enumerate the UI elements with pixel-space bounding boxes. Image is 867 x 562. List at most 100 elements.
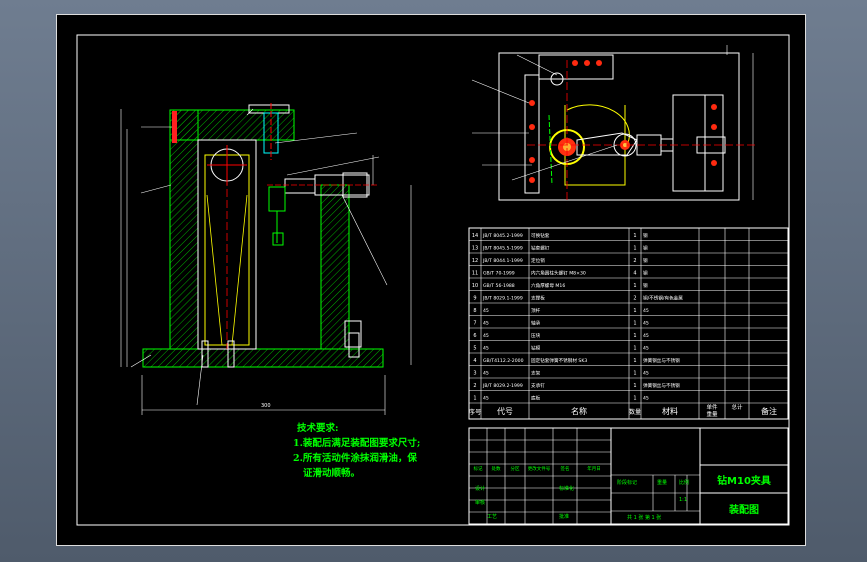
bom-cell-name: 可换钻套: [531, 232, 550, 239]
bom-cell-code: JB/T 8029.2-1999: [482, 383, 523, 389]
bom-cell-qty: 1: [633, 383, 636, 389]
scale-value: 1:1: [679, 497, 688, 503]
bom-cell-name: 固定钻套弹簧不锈钢材 SK3: [531, 357, 587, 364]
bom-cell-code: 45: [483, 396, 489, 402]
drawing-name: 钻M10夹具: [717, 475, 771, 487]
sign-label: 处数: [491, 467, 501, 472]
bom-cell-code: 45: [483, 333, 489, 339]
role-process: 工艺: [487, 514, 498, 520]
svg-text:300: 300: [261, 403, 271, 409]
sign-label: 年月日: [587, 467, 601, 472]
bom-cell-no: 4: [473, 358, 476, 364]
sign-labels-row: 标记 处数 分区 更改文件号 签名 年月日: [469, 466, 611, 475]
bom-cell-name: 定位销: [531, 257, 545, 264]
bom-cell-code: GB/T 70-1999: [483, 271, 515, 277]
bom-cell-qty: 1: [633, 333, 636, 339]
bom-header-code: 代号: [497, 406, 513, 416]
bom-header-qty: 数量: [629, 408, 641, 416]
bom-cell-qty: 1: [633, 308, 636, 314]
bom-cell-qty: 1: [633, 321, 636, 327]
role-review: 审核: [475, 500, 486, 506]
bom-cell-name: 支承钉: [531, 382, 545, 389]
bom-header-unit-weight-2: 重量: [706, 410, 718, 418]
bom-header-unit-weight: 单件: [706, 403, 718, 411]
bom-cell-qty: 1: [633, 346, 636, 352]
bom-cell-code: JB/T 8029.1-1999: [482, 296, 523, 302]
bom-cell-no: 3: [473, 371, 476, 377]
bom-cell-material: 45: [643, 396, 649, 402]
bom-cell-no: 8: [473, 308, 476, 314]
bom-cell-no: 11: [472, 271, 478, 277]
bom-cell-no: 12: [472, 258, 478, 264]
sign-label: 更改文件号: [527, 467, 551, 472]
bom-cell-material: 45: [643, 371, 649, 377]
bom-cell-no: 9: [473, 296, 476, 302]
bom-cell-qty: 1: [633, 358, 636, 364]
requirements-title: 技术要求:: [297, 423, 339, 434]
standardize-label: 标准化: [559, 486, 575, 492]
scale-label: 比例: [679, 480, 690, 486]
bom-cell-qty: 1: [633, 396, 636, 402]
bom-cell-name: 六角厚螺母 M16: [531, 282, 565, 289]
bom-header-material: 材料: [662, 406, 678, 416]
stage-label: 阶段标记: [617, 480, 638, 486]
bom-cell-no: 10: [472, 283, 478, 289]
bom-cell-name: 压块: [531, 332, 541, 339]
bom-cell-material: 钢: [643, 270, 648, 277]
bom-cell-name: 支架: [531, 370, 541, 377]
bom-cell-code: 45: [483, 346, 489, 352]
sign-label: 分区: [510, 467, 520, 472]
bom-cell-no: 1: [473, 396, 476, 402]
bom-cell-qty: 2: [633, 258, 636, 264]
bom-cell-no: 13: [472, 246, 478, 252]
role-design: 设计: [475, 486, 486, 492]
bom-cell-material: 45: [643, 346, 649, 352]
bom-cell-material: 45: [643, 321, 649, 327]
sign-label: 标记: [473, 467, 483, 472]
bom-cell-code: 45: [483, 321, 489, 327]
bom-cell-code: GB/T4112.2-2000: [483, 358, 524, 364]
bom-cell-qty: 1: [633, 283, 636, 289]
technical-requirements: 技术要求: 1.装配后满足装配图要求尺寸; 2.所有活动件涂抹润滑油，保 证滑动…: [293, 421, 420, 481]
bom-header-no: 序号: [469, 407, 483, 416]
requirement-1: 1.装配后满足装配图要求尺寸;: [293, 438, 421, 449]
bom-cell-qty: 1: [633, 371, 636, 377]
sheet-info: 共 1 张 第 1 张: [627, 515, 662, 521]
bom-cell-no: 2: [473, 383, 476, 389]
bom-cell-code: JB/T 8045.5-1999: [482, 246, 523, 252]
weight-label: 重量: [657, 480, 668, 486]
bom-cell-material: 钢: [643, 232, 648, 239]
bom-cell-name: 钻模: [531, 345, 541, 352]
bom-cell-qty: 1: [633, 233, 636, 239]
bom-header-name: 名称: [571, 406, 587, 416]
sign-label: 签名: [560, 467, 570, 472]
requirement-2: 2.所有活动件涂抹润滑油，保: [293, 453, 417, 464]
bom-cell-material: 钢: [643, 257, 648, 264]
requirement-3: 证滑动顺畅。: [303, 468, 361, 479]
bom-cell-code: JB/T 8044.1-1999: [482, 258, 523, 264]
top-view: [471, 45, 757, 201]
bom-cell-qty: 1: [633, 246, 636, 252]
bom-cell-name: 顶杆: [531, 307, 541, 314]
drawing-sheet: 300 14 JB/T 8045.2-1999 可换钻套 1 钢 13 JB/T…: [56, 14, 806, 546]
bom-cell-code: 45: [483, 308, 489, 314]
bom-cell-name: 轴承: [531, 320, 541, 327]
bom-cell-code: GB/T 56-1988: [483, 283, 515, 289]
bom-cell-qty: 4: [633, 271, 636, 277]
bom-cell-material: 45: [643, 308, 649, 314]
bom-cell-material: 弹簧钢丝与不锈钢: [643, 382, 680, 389]
bom-cell-qty: 2: [633, 296, 636, 302]
bom-header-total-weight: 总计: [731, 403, 743, 411]
bom-cell-material: 钢: [643, 245, 648, 252]
bom-cell-material: 45: [643, 333, 649, 339]
bom-cell-name: 内六角圆柱头螺钉 M8×30: [531, 270, 586, 277]
bom-cell-material: 弹簧钢丝与不锈钢: [643, 357, 680, 364]
bom-cell-name: 底板: [531, 395, 541, 402]
bom-cell-no: 7: [473, 321, 476, 327]
bom-cell-no: 6: [473, 333, 476, 339]
bom-header-remark: 备注: [761, 406, 777, 416]
bom-cell-no: 5: [473, 346, 476, 352]
drawing-type: 装配图: [729, 505, 759, 516]
drawing-canvas: 300 14 JB/T 8045.2-1999 可换钻套 1 钢13 JB/T …: [76, 34, 790, 526]
bom-cell-material: 铜/不锈钢/有色金属: [643, 295, 683, 302]
